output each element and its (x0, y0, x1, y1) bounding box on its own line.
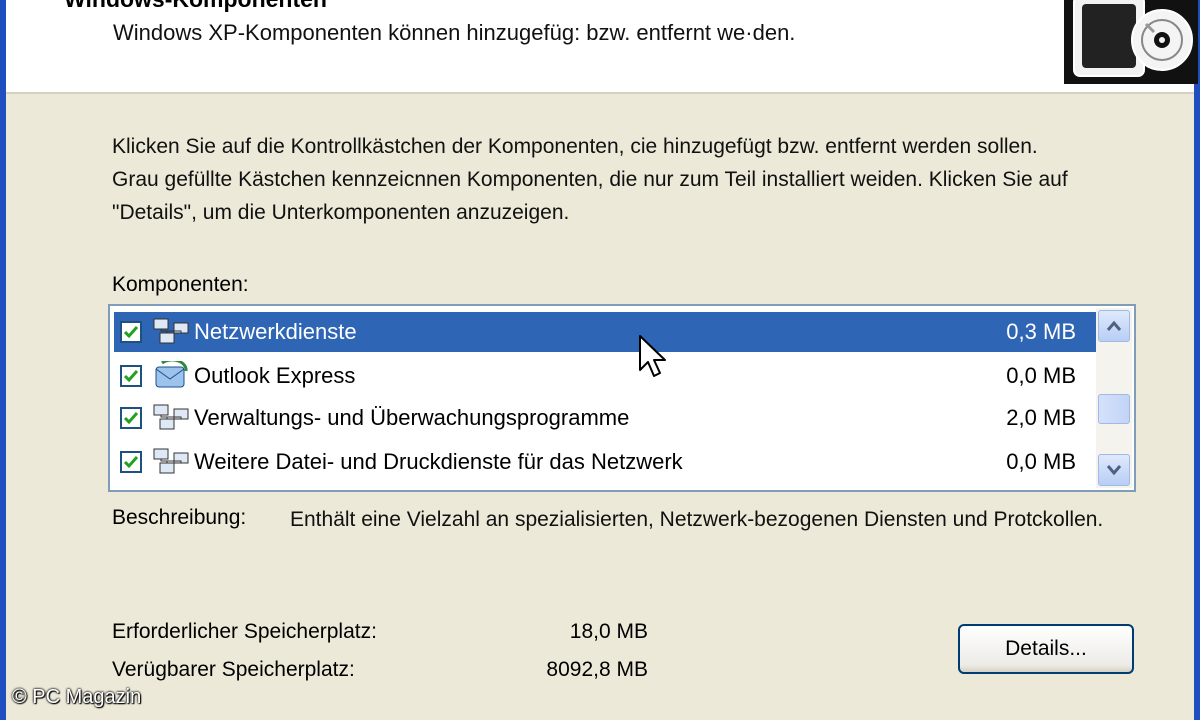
component-row-netzwerkdienste[interactable]: Netzwerkdienste 0,3 MB (114, 312, 1098, 352)
listbox-scrollbar[interactable] (1096, 308, 1132, 488)
checkmark-icon (123, 370, 139, 383)
component-row-datei-druckdienste[interactable]: Weitere Datei- und Druckdienste für das … (114, 442, 1098, 482)
component-size: 0,3 MB (1006, 319, 1076, 344)
window-frame-right (1194, 0, 1200, 720)
component-row-outlook-express[interactable]: Outlook Express 0,0 MB (114, 356, 1098, 396)
chevron-down-icon (1106, 465, 1122, 476)
header-title: Windows-Komponenten (64, 0, 327, 13)
details-button[interactable]: Details... (958, 624, 1134, 674)
component-checkbox[interactable] (120, 407, 142, 429)
network-icon (153, 318, 189, 344)
checkmark-icon (123, 456, 139, 469)
available-space-value: 8092,8 MB (546, 658, 648, 681)
mouse-cursor-icon (639, 335, 666, 377)
network-icon (153, 448, 189, 474)
components-cd-icon (1064, 0, 1198, 84)
component-size: 0,0 MB (1006, 363, 1076, 388)
components-label: Komponenten: (112, 273, 249, 296)
required-space-value: 18,0 MB (569, 620, 648, 643)
component-name: Verwaltungs- und Überwachungsprogramme (194, 405, 630, 430)
watermark: © PC Magazin (12, 686, 142, 708)
component-size: 0,0 MB (1006, 449, 1076, 474)
window-frame-left (0, 0, 6, 720)
scroll-up-button[interactable] (1098, 310, 1130, 342)
outlook-express-icon (155, 361, 188, 388)
component-name: Outlook Express (194, 363, 356, 388)
checkmark-icon (123, 326, 139, 339)
component-size: 2,0 MB (1006, 405, 1076, 430)
description-label: Beschreibung: (112, 506, 247, 529)
header-subtitle: Windows XP-Komponenten können hinzugefüg… (113, 20, 796, 45)
description-text: Enthält eine Vielzahl an spezialisierten… (290, 508, 1104, 531)
components-listbox[interactable]: Netzwerkdienste 0,3 MB Outlook Express 0… (108, 304, 1136, 492)
chevron-up-icon (1106, 320, 1122, 331)
component-name: Weitere Datei- und Druckdienste für das … (194, 449, 683, 474)
scroll-thumb[interactable] (1098, 394, 1130, 424)
instructions-text: Klicken Sie auf die Kontrollkästchen der… (112, 135, 1068, 224)
component-checkbox[interactable] (120, 321, 142, 343)
checkmark-icon (123, 412, 139, 425)
network-icon (153, 404, 189, 430)
available-space-label: Verügbarer Speicherplatz: (112, 658, 355, 681)
component-row-verwaltungsprogramme[interactable]: Verwaltungs- und Überwachungsprogramme 2… (114, 398, 1098, 438)
component-checkbox[interactable] (120, 451, 142, 473)
wizard-header: Windows-Komponenten Windows XP-Komponent… (6, 0, 1198, 94)
component-checkbox[interactable] (120, 365, 142, 387)
component-name: Netzwerkdienste (194, 319, 357, 344)
required-space-label: Erforderlicher Speicherplatz: (112, 620, 377, 643)
scroll-down-button[interactable] (1098, 454, 1130, 486)
